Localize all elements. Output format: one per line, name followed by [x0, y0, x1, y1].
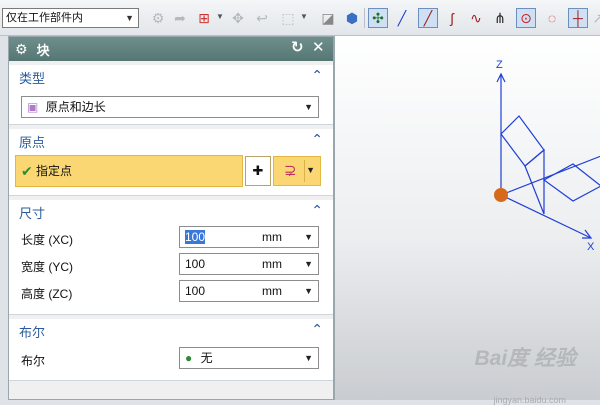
point-type-icon: ⊋: [284, 162, 297, 179]
size-group-header[interactable]: 尺寸 ⌃: [9, 200, 333, 224]
boolean-group-header[interactable]: 布尔 ⌃: [9, 319, 333, 343]
collapse-caret-icon[interactable]: ⌃: [311, 131, 323, 148]
snap-endpoint-icon[interactable]: ✣: [368, 8, 388, 28]
boolean-select[interactable]: ● 无 ▼: [179, 347, 319, 369]
width-row: 宽度 (YC) 100 mm ▼: [9, 251, 333, 278]
height-value: 100: [185, 284, 206, 298]
block-dialog: ⚙ 块 ↻ ✕ 类型 ⌃ ▣ 原点和边长 ▼ 原点 ⌃ ✔ 指定点 ✚ ⊋ ▼ …: [8, 36, 334, 400]
watermark: Bai度 经验: [474, 342, 576, 372]
xy-plane-indicator: [542, 163, 600, 202]
size-group: 尺寸 ⌃ 长度 (XC) 100 mm ▼ 宽度 (YC) 100 mm ▼ 高…: [9, 200, 333, 315]
length-label: 长度 (XC): [21, 233, 73, 247]
cube-solid-icon[interactable]: ◪: [318, 8, 338, 28]
length-unit: mm: [262, 230, 282, 244]
type-group-header[interactable]: 类型 ⌃: [9, 65, 333, 89]
x-axis-line: [500, 194, 592, 239]
z-axis-label: Z: [496, 59, 503, 71]
origin-point: [494, 188, 508, 202]
point-dialog-icon[interactable]: ✚: [245, 156, 271, 186]
snap-icon[interactable]: ⊞: [194, 8, 214, 28]
type-select[interactable]: ▣ 原点和边长 ▼: [21, 96, 319, 118]
width-label: 宽度 (YC): [21, 260, 73, 274]
length-row: 长度 (XC) 100 mm ▼: [9, 224, 333, 251]
component-icon[interactable]: ⚙: [148, 8, 168, 28]
specify-point-field[interactable]: ✔ 指定点: [15, 155, 243, 187]
width-unit: mm: [262, 257, 282, 271]
chevron-down-icon[interactable]: ▼: [304, 97, 313, 117]
arc-point-icon[interactable]: ↩: [252, 8, 272, 28]
specify-point-row: ✔ 指定点 ✚ ⊋ ▼: [9, 153, 333, 193]
chevron-down-icon[interactable]: ▼: [304, 227, 313, 247]
dialog-title-bar: ⚙ 块 ↻ ✕: [9, 37, 333, 61]
origin-group-header[interactable]: 原点 ⌃: [9, 129, 333, 153]
dialog-title: 块: [36, 42, 50, 58]
height-row: 高度 (ZC) 100 mm ▼: [9, 278, 333, 305]
arrow-icon[interactable]: ➦: [170, 8, 190, 28]
height-unit: mm: [262, 284, 282, 298]
partial-icon[interactable]: ↗: [588, 8, 600, 28]
type-group-title: 类型: [19, 70, 46, 86]
cube-face-icon[interactable]: ⬢: [342, 8, 362, 28]
boolean-select-value: 无: [200, 351, 213, 365]
origin-group-title: 原点: [19, 134, 46, 150]
chevron-down-icon[interactable]: ▼: [304, 348, 313, 368]
specify-point-label: 指定点: [36, 164, 73, 178]
intersect-icon[interactable]: ⋔: [490, 8, 510, 28]
boolean-label: 布尔: [21, 354, 46, 368]
collapse-caret-icon[interactable]: ⌃: [311, 202, 323, 219]
cross-icon[interactable]: ┼: [568, 8, 588, 28]
width-input[interactable]: 100 mm ▼: [179, 253, 319, 275]
origin-group: 原点 ⌃ ✔ 指定点 ✚ ⊋ ▼: [9, 129, 333, 196]
width-value: 100: [185, 257, 206, 271]
circle-quadrant-icon[interactable]: ◌: [542, 8, 562, 28]
length-value: 100: [185, 230, 206, 244]
type-group: 类型 ⌃ ▣ 原点和边长 ▼: [9, 65, 333, 125]
checkmark-icon: ✔: [21, 163, 33, 179]
length-input[interactable]: 100 mm ▼: [179, 226, 319, 248]
chevron-down-icon[interactable]: ▼: [304, 281, 313, 301]
reset-icon[interactable]: ↻: [291, 38, 304, 56]
boolean-none-icon: ●: [185, 351, 193, 365]
watermark-url: jingyan.baidu.com: [493, 395, 566, 405]
xz-plane-indicator: [500, 115, 545, 167]
cube-icon: ▣: [27, 100, 39, 114]
height-input[interactable]: 100 mm ▼: [179, 280, 319, 302]
chevron-down-icon[interactable]: ▼: [300, 12, 308, 21]
boolean-group: 布尔 ⌃ 布尔 ● 无 ▼: [9, 319, 333, 381]
chevron-down-icon[interactable]: ▼: [306, 165, 315, 175]
watermark-logo: Bai度 经验: [474, 347, 576, 370]
divider: [304, 160, 305, 182]
size-group-title: 尺寸: [19, 205, 46, 221]
gear-icon[interactable]: ⚙: [15, 41, 28, 58]
selection-box-icon[interactable]: ⬚: [278, 8, 298, 28]
diagonal-line-icon[interactable]: ╱: [418, 8, 438, 28]
x-axis-label: X: [587, 241, 595, 253]
circle-center-icon[interactable]: ⊙: [516, 8, 536, 28]
point-type-select[interactable]: ⊋ ▼: [273, 156, 321, 186]
point-icon[interactable]: ✥: [228, 8, 248, 28]
chevron-down-icon[interactable]: ▼: [125, 9, 134, 27]
height-label: 高度 (ZC): [21, 287, 73, 301]
toolbar-separator: [364, 8, 365, 28]
chevron-down-icon[interactable]: ▼: [304, 254, 313, 274]
boolean-group-title: 布尔: [19, 324, 46, 340]
curve-icon[interactable]: ʃ: [442, 8, 462, 28]
toolbar: 仅在工作部件内 ▼ ⚙ ➦ ⊞ ▼ ✥ ↩ ⬚ ▼ ◪ ⬢ ✣ ╱ ╱ ʃ ∿ …: [0, 0, 600, 36]
selection-filter-select[interactable]: 仅在工作部件内 ▼: [2, 8, 139, 28]
spline-icon[interactable]: ∿: [466, 8, 486, 28]
selection-filter-value: 仅在工作部件内: [6, 12, 83, 24]
collapse-caret-icon[interactable]: ⌃: [311, 321, 323, 338]
line-icon[interactable]: ╱: [392, 8, 412, 28]
graphics-viewport[interactable]: Z X Bai度 经验 jingyan.baidu.com: [334, 36, 600, 405]
type-select-value: 原点和边长: [45, 100, 106, 114]
chevron-down-icon[interactable]: ▼: [216, 12, 224, 21]
y-axis-line: [500, 155, 600, 196]
close-icon[interactable]: ✕: [312, 38, 325, 56]
collapse-caret-icon[interactable]: ⌃: [311, 67, 323, 84]
